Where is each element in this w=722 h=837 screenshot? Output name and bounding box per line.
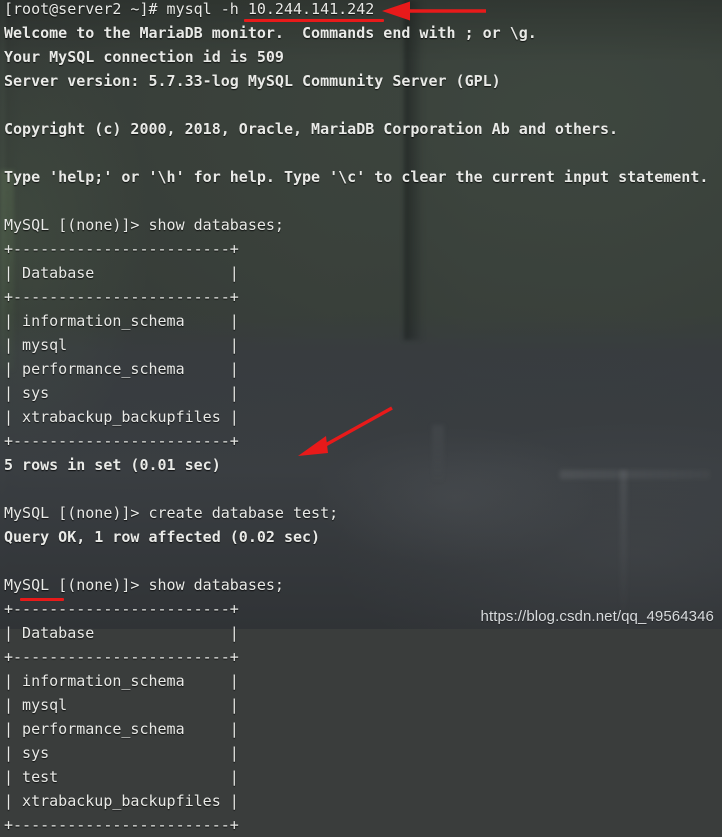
red-arrow-pointing-to-show-databases [292, 400, 402, 470]
terminal-line: | performance_schema | [4, 717, 239, 741]
terminal-line: Query OK, 1 row affected (0.02 sec) [4, 525, 320, 549]
terminal-line: | xtrabackup_backupfiles | [4, 405, 239, 429]
red-underline-host-ip [244, 19, 384, 22]
terminal-line: | mysql | [4, 333, 239, 357]
terminal-line: 5 rows in set (0.01 sec) [4, 453, 221, 477]
terminal-line: | performance_schema | [4, 357, 239, 381]
terminal-line: Type 'help;' or '\h' for help. Type '\c'… [4, 165, 708, 189]
terminal-line: +------------------------+ [4, 285, 239, 309]
red-arrow-pointing-to-host-ip [378, 0, 488, 26]
terminal-line: | sys | [4, 381, 239, 405]
terminal-line: Copyright (c) 2000, 2018, Oracle, MariaD… [4, 117, 618, 141]
terminal-line: MySQL [(none)]> show databases; [4, 573, 284, 597]
terminal-line: | mysql | [4, 693, 239, 717]
terminal-line: MySQL [(none)]> create database test; [4, 501, 338, 525]
terminal-line: | test | [4, 765, 239, 789]
terminal-line: Your MySQL connection id is 509 [4, 45, 284, 69]
terminal-line: | Database | [4, 621, 239, 645]
terminal-line: Server version: 5.7.33-log MySQL Communi… [4, 69, 501, 93]
terminal-line: +------------------------+ [4, 813, 239, 837]
csdn-watermark: https://blog.csdn.net/qq_49564346 [481, 608, 715, 625]
terminal-line: +------------------------+ [4, 429, 239, 453]
terminal-window[interactable]: [root@server2 ~]# mysql -h 10.244.141.24… [0, 0, 722, 629]
red-underline-test-database [20, 598, 64, 601]
terminal-line: +------------------------+ [4, 645, 239, 669]
terminal-line: | information_schema | [4, 669, 239, 693]
terminal-line: MySQL [(none)]> show databases; [4, 213, 284, 237]
terminal-line: | Database | [4, 261, 239, 285]
terminal-line: +------------------------+ [4, 237, 239, 261]
terminal-line: | sys | [4, 741, 239, 765]
terminal-line: | information_schema | [4, 309, 239, 333]
terminal-line: [root@server2 ~]# mysql -h 10.244.141.24… [4, 0, 374, 21]
terminal-line: | xtrabackup_backupfiles | [4, 789, 239, 813]
